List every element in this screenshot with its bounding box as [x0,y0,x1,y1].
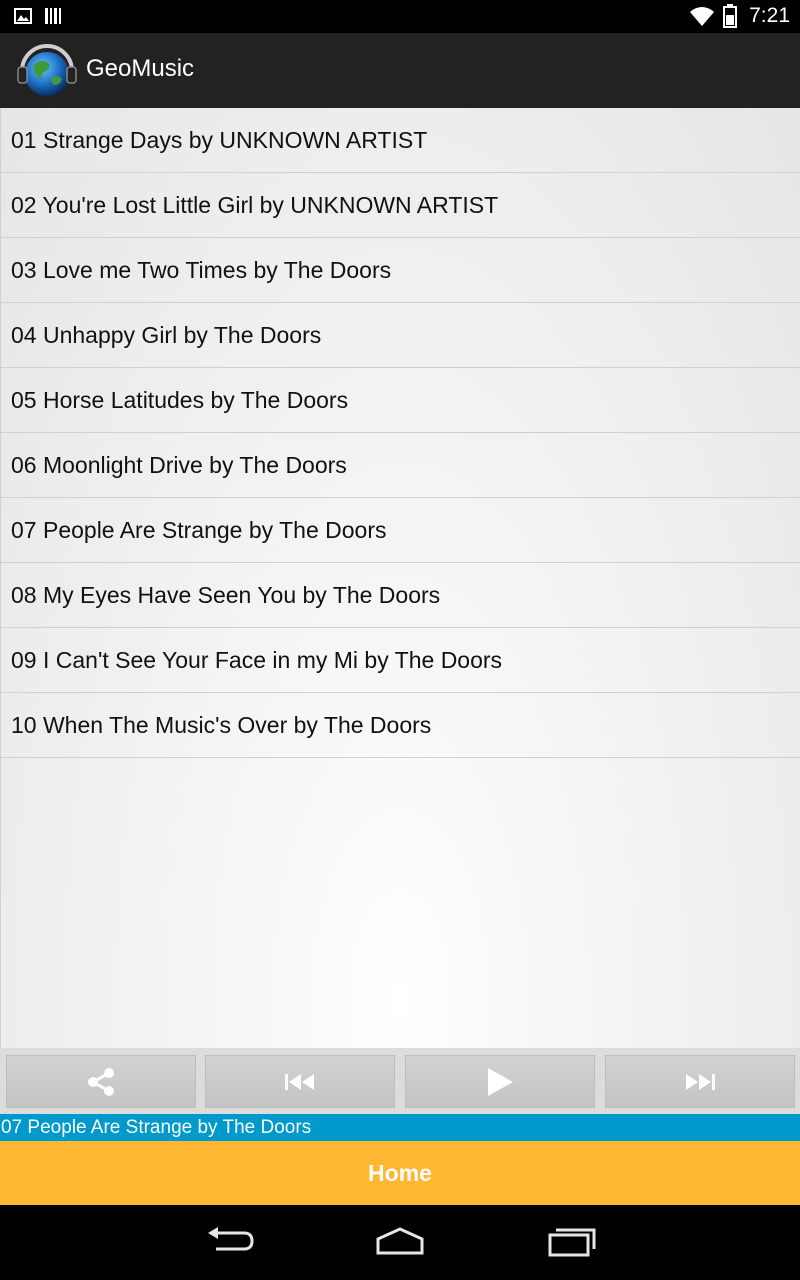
list-item[interactable]: 04 Unhappy Girl by The Doors [1,303,800,368]
track-list-container: 01 Strange Days by UNKNOWN ARTIST 02 You… [0,108,800,1048]
list-item[interactable]: 10 When The Music's Over by The Doors [1,693,800,758]
barcode-icon [45,8,61,24]
play-icon [488,1067,513,1096]
playback-controls [0,1048,800,1114]
list-item[interactable]: 05 Horse Latitudes by The Doors [1,368,800,433]
list-item[interactable]: 03 Love me Two Times by The Doors [1,238,800,303]
next-button[interactable] [605,1055,795,1108]
list-item[interactable]: 01 Strange Days by UNKNOWN ARTIST [1,108,800,173]
wifi-icon [690,7,715,26]
recent-apps-icon[interactable] [546,1225,598,1257]
previous-icon [285,1073,314,1090]
previous-button[interactable] [205,1055,395,1108]
now-playing-label: 07 People Are Strange by The Doors [0,1114,800,1141]
track-list: 01 Strange Days by UNKNOWN ARTIST 02 You… [1,108,800,758]
play-button[interactable] [405,1055,595,1108]
app-title: GeoMusic [86,55,195,82]
battery-icon [723,4,738,28]
home-button[interactable]: Home [0,1141,800,1205]
list-item[interactable]: 07 People Are Strange by The Doors [1,498,800,563]
share-button[interactable] [6,1055,196,1108]
share-icon [88,1067,114,1096]
action-bar: GeoMusic [0,33,800,109]
globe-headphones-icon [17,44,77,96]
gallery-icon [14,8,32,24]
back-icon[interactable] [204,1225,256,1257]
next-icon [686,1073,715,1090]
list-item[interactable]: 06 Moonlight Drive by The Doors [1,433,800,498]
list-item[interactable]: 08 My Eyes Have Seen You by The Doors [1,563,800,628]
list-item[interactable]: 02 You're Lost Little Girl by UNKNOWN AR… [1,173,800,238]
list-item[interactable]: 09 I Can't See Your Face in my Mi by The… [1,628,800,693]
status-time: 7:21 [749,4,790,27]
home-icon[interactable] [374,1225,426,1257]
status-bar: 7:21 [0,0,800,33]
system-nav-bar [0,1205,800,1280]
